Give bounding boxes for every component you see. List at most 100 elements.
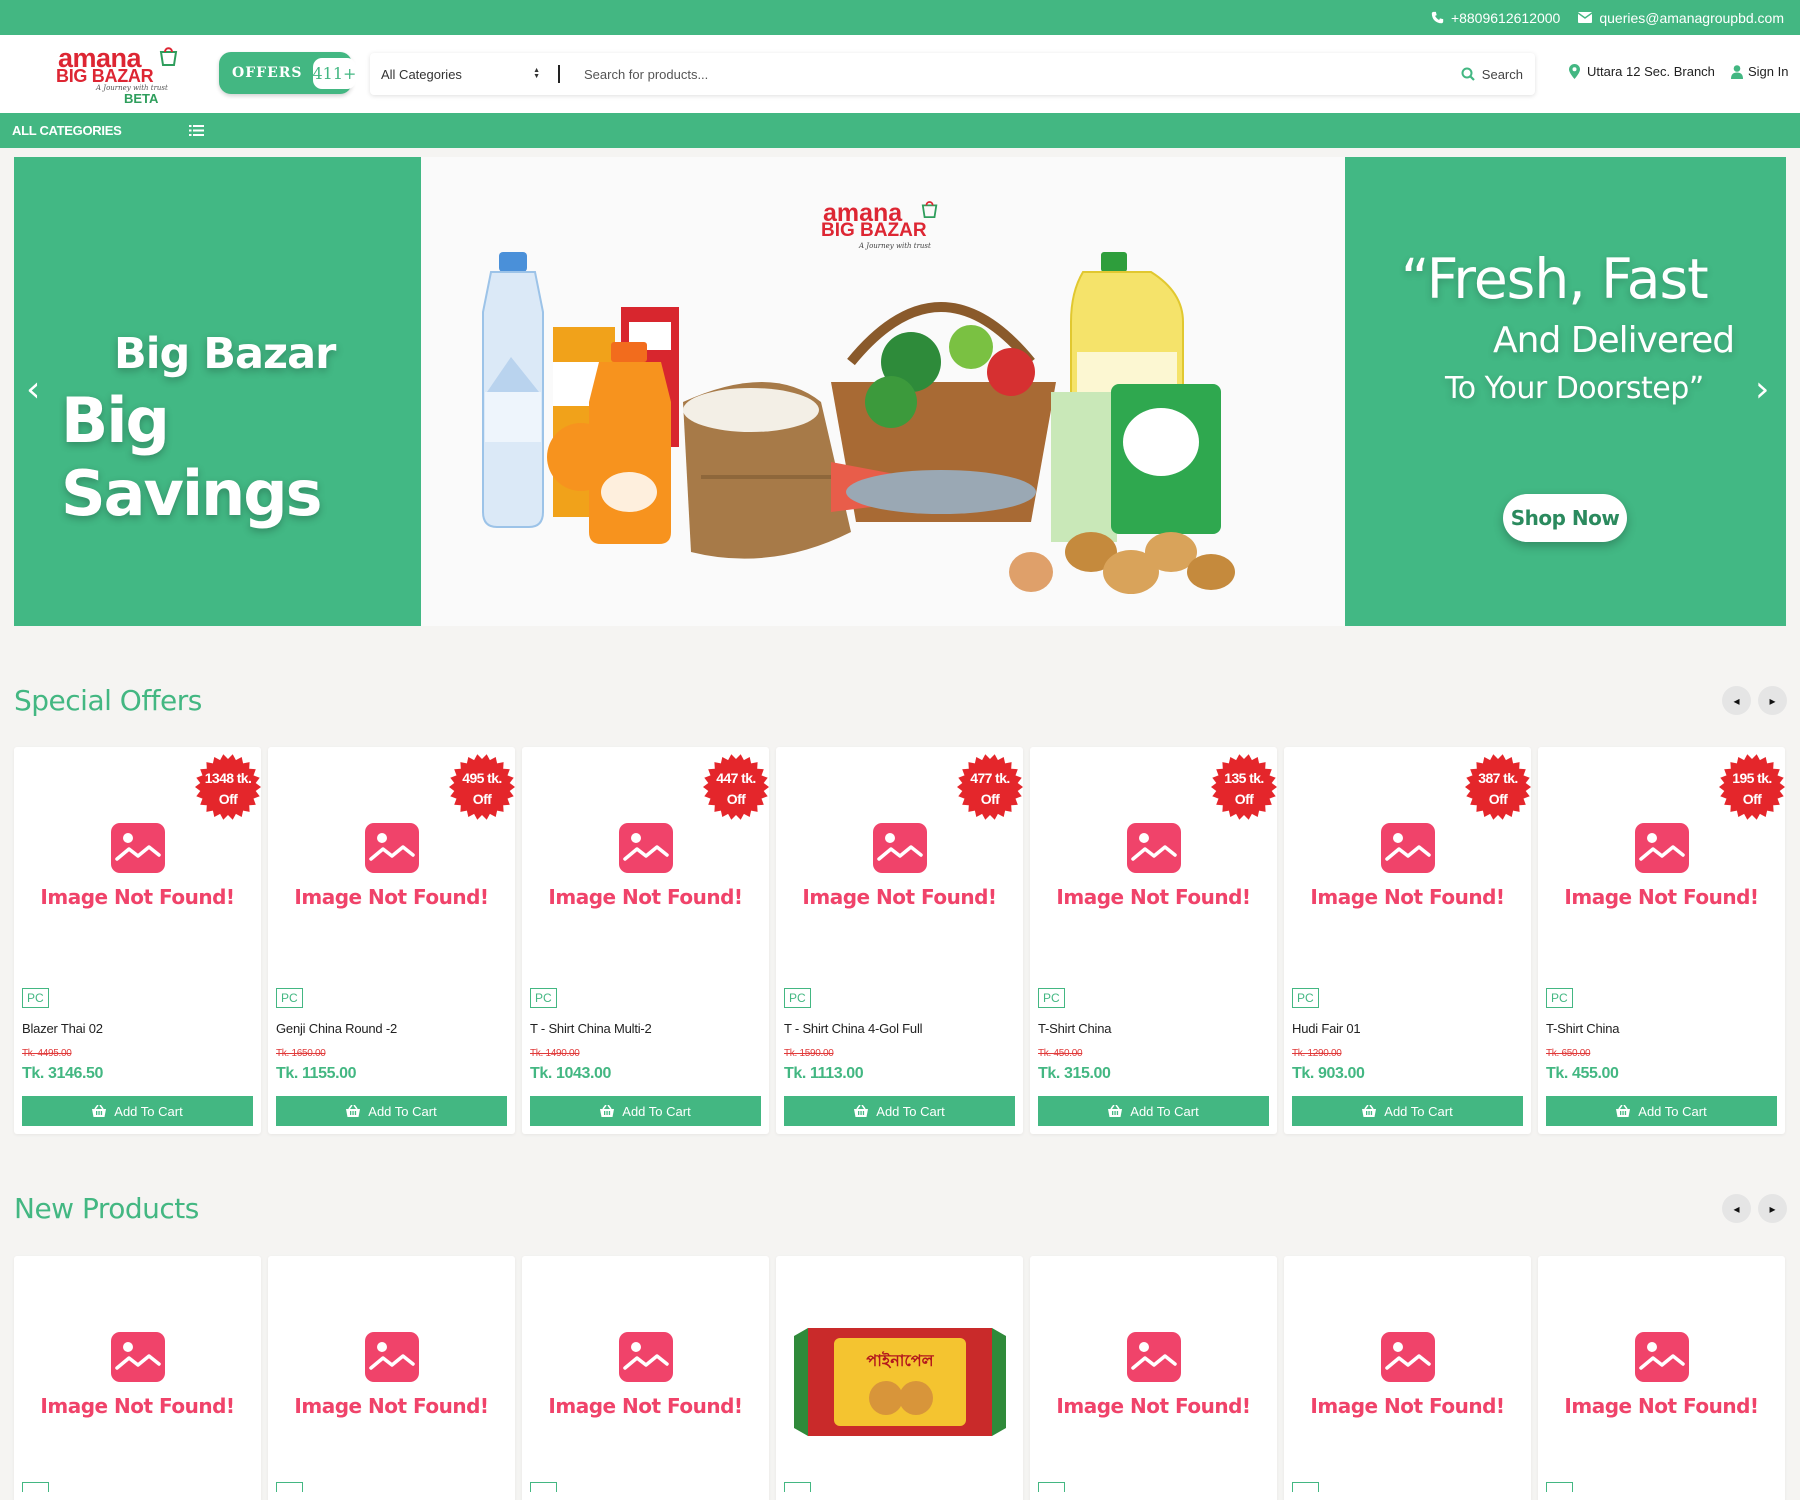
image-placeholder-icon [872, 823, 927, 873]
original-price: Tk. 1650.00 [276, 1048, 326, 1059]
new-products-prev-icon[interactable]: ◂ [1722, 1194, 1751, 1223]
unit-badge: PC [1038, 988, 1065, 1008]
product-name[interactable]: T-Shirt China [1546, 1021, 1619, 1036]
unit-badge [1546, 1482, 1573, 1492]
product-card[interactable]: 387 tk. Off Image Not Found! PC Hudi Fair 01… [1284, 747, 1531, 1134]
product-card[interactable]: পাইনাপেল [776, 1256, 1023, 1500]
hero-logo-tagline: A Journey with trust [859, 242, 931, 250]
add-to-cart-label: Add To Cart [1130, 1103, 1199, 1119]
image-placeholder: Image Not Found! [14, 823, 261, 909]
branch-selector[interactable]: Uttara 12 Sec. Branch [1569, 64, 1715, 79]
product-card[interactable]: Image Not Found! [268, 1256, 515, 1500]
category-select[interactable]: All Categories ▲ ▼ [370, 67, 548, 82]
sale-price: Tk. 1043.00 [530, 1065, 611, 1082]
product-card[interactable]: 447 tk. Off Image Not Found! PC T - Shirt Ch… [522, 747, 769, 1134]
list-icon[interactable] [189, 124, 204, 137]
sale-price: Tk. 1113.00 [784, 1065, 864, 1082]
image-placeholder: Image Not Found! [14, 1332, 261, 1418]
add-to-cart-button[interactable]: Add To Cart [1038, 1096, 1269, 1126]
hero-left-panel: Big Bazar Big Savings [14, 157, 421, 626]
product-name[interactable]: T - Shirt China Multi-2 [530, 1021, 652, 1036]
brand-logo[interactable]: amana BIG BAZAR A Journey with trust BET… [54, 43, 180, 106]
original-price: Tk. 1590.00 [784, 1048, 834, 1059]
biscuit-pack-label: পাইনাপেল [866, 1351, 934, 1370]
product-name[interactable]: Hudi Fair 01 [1292, 1021, 1361, 1036]
image-placeholder: Image Not Found! [1030, 1332, 1277, 1418]
image-placeholder: Image Not Found! [268, 823, 515, 909]
offers-button[interactable]: OFFERS 411+ [219, 52, 357, 94]
biscuit-pack-image: পাইনাপেল [794, 1328, 1006, 1436]
product-card[interactable]: Image Not Found! [1538, 1256, 1785, 1500]
special-offers-title: Special Offers [14, 684, 202, 717]
potatoes-illustration [1009, 532, 1235, 594]
product-card[interactable]: 195 tk. Off Image Not Found! PC T-Shirt Chin… [1538, 747, 1785, 1134]
hero-quote-line3: To Your Doorstep” [1445, 371, 1704, 406]
discount-badge: 1348 tk. Off [194, 753, 262, 821]
envelope-icon [1578, 12, 1593, 23]
hero-grocery-image: amana BIG BAZAR A Journey with trust [421, 157, 1345, 626]
product-card[interactable]: Image Not Found! [1284, 1256, 1531, 1500]
image-not-found-text: Image Not Found! [294, 885, 489, 909]
product-name[interactable]: T - Shirt China 4-Gol Full [784, 1021, 923, 1036]
add-to-cart-button[interactable]: Add To Cart [1292, 1096, 1523, 1126]
basket-icon [1362, 1105, 1377, 1117]
add-to-cart-label: Add To Cart [114, 1103, 183, 1119]
product-name[interactable]: Blazer Thai 02 [22, 1021, 103, 1036]
phone-contact[interactable]: +8809612612000 [1431, 10, 1560, 26]
special-offers-row: 1348 tk. Off Image Not Found! PC Blazer Thai… [14, 747, 1786, 1134]
add-to-cart-label: Add To Cart [1384, 1103, 1453, 1119]
image-placeholder-icon [364, 1332, 419, 1382]
special-offers-nav: ◂ ▸ [1722, 686, 1787, 715]
image-placeholder-icon [1380, 823, 1435, 873]
add-to-cart-button[interactable]: Add To Cart [784, 1096, 1015, 1126]
original-price: Tk. 650.00 [1546, 1048, 1591, 1059]
unit-badge [1292, 1482, 1319, 1492]
hero-prev-arrow-icon[interactable]: ‹ [26, 372, 40, 408]
sale-price: Tk. 1155.00 [276, 1065, 357, 1082]
product-card[interactable]: Image Not Found! [14, 1256, 261, 1500]
hero-next-arrow-icon[interactable]: › [1755, 372, 1769, 408]
add-to-cart-label: Add To Cart [622, 1103, 691, 1119]
product-card[interactable]: 495 tk. Off Image Not Found! PC Genji China … [268, 747, 515, 1134]
basket-icon [92, 1105, 107, 1117]
offers-count: 411+ [312, 57, 357, 89]
basket-icon [854, 1105, 869, 1117]
image-not-found-text: Image Not Found! [294, 1394, 489, 1418]
email-contact[interactable]: queries@amanagroupbd.com [1578, 10, 1784, 26]
product-card[interactable]: 1348 tk. Off Image Not Found! PC Blazer Thai… [14, 747, 261, 1134]
product-card[interactable]: 135 tk. Off Image Not Found! PC T-Shirt Chin… [1030, 747, 1277, 1134]
unit-badge [784, 1482, 811, 1492]
product-card[interactable]: 477 tk. Off Image Not Found! PC T - Shirt Ch… [776, 747, 1023, 1134]
shop-now-button[interactable]: Shop Now [1503, 494, 1627, 542]
original-price: Tk. 4495.00 [22, 1048, 72, 1059]
product-name[interactable]: Genji China Round -2 [276, 1021, 397, 1036]
add-to-cart-button[interactable]: Add To Cart [22, 1096, 253, 1126]
special-offers-prev-icon[interactable]: ◂ [1722, 686, 1751, 715]
basket-icon [600, 1105, 615, 1117]
image-not-found-text: Image Not Found! [40, 1394, 235, 1418]
search-button[interactable]: Search [1461, 67, 1535, 82]
add-to-cart-button[interactable]: Add To Cart [276, 1096, 507, 1126]
image-placeholder-icon [110, 1332, 165, 1382]
unit-badge: PC [530, 988, 557, 1008]
special-offers-next-icon[interactable]: ▸ [1758, 686, 1787, 715]
all-categories-button[interactable]: ALL CATEGORIES [12, 123, 122, 138]
unit-badge: PC [1292, 988, 1319, 1008]
product-name[interactable]: T-Shirt China [1038, 1021, 1111, 1036]
offers-label: OFFERS [232, 65, 303, 81]
image-placeholder-icon [1126, 1332, 1181, 1382]
sign-in-link[interactable]: Sign In [1731, 64, 1788, 79]
hero-banner: Big Bazar Big Savings amana BIG BAZAR A … [14, 157, 1786, 626]
search-input[interactable] [560, 66, 1461, 82]
image-placeholder: Image Not Found! [1284, 823, 1531, 909]
add-to-cart-button[interactable]: Add To Cart [1546, 1096, 1777, 1126]
new-products-next-icon[interactable]: ▸ [1758, 1194, 1787, 1223]
product-card[interactable]: Image Not Found! [1030, 1256, 1277, 1500]
basket-icon [1616, 1105, 1631, 1117]
image-placeholder-icon [618, 823, 673, 873]
discount-badge-text: 387 tk. Off [1478, 770, 1518, 807]
product-card[interactable]: Image Not Found! [522, 1256, 769, 1500]
shopping-bag-logo-icon [159, 47, 178, 66]
add-to-cart-button[interactable]: Add To Cart [530, 1096, 761, 1126]
categories-bar: ALL CATEGORIES [0, 113, 1800, 148]
